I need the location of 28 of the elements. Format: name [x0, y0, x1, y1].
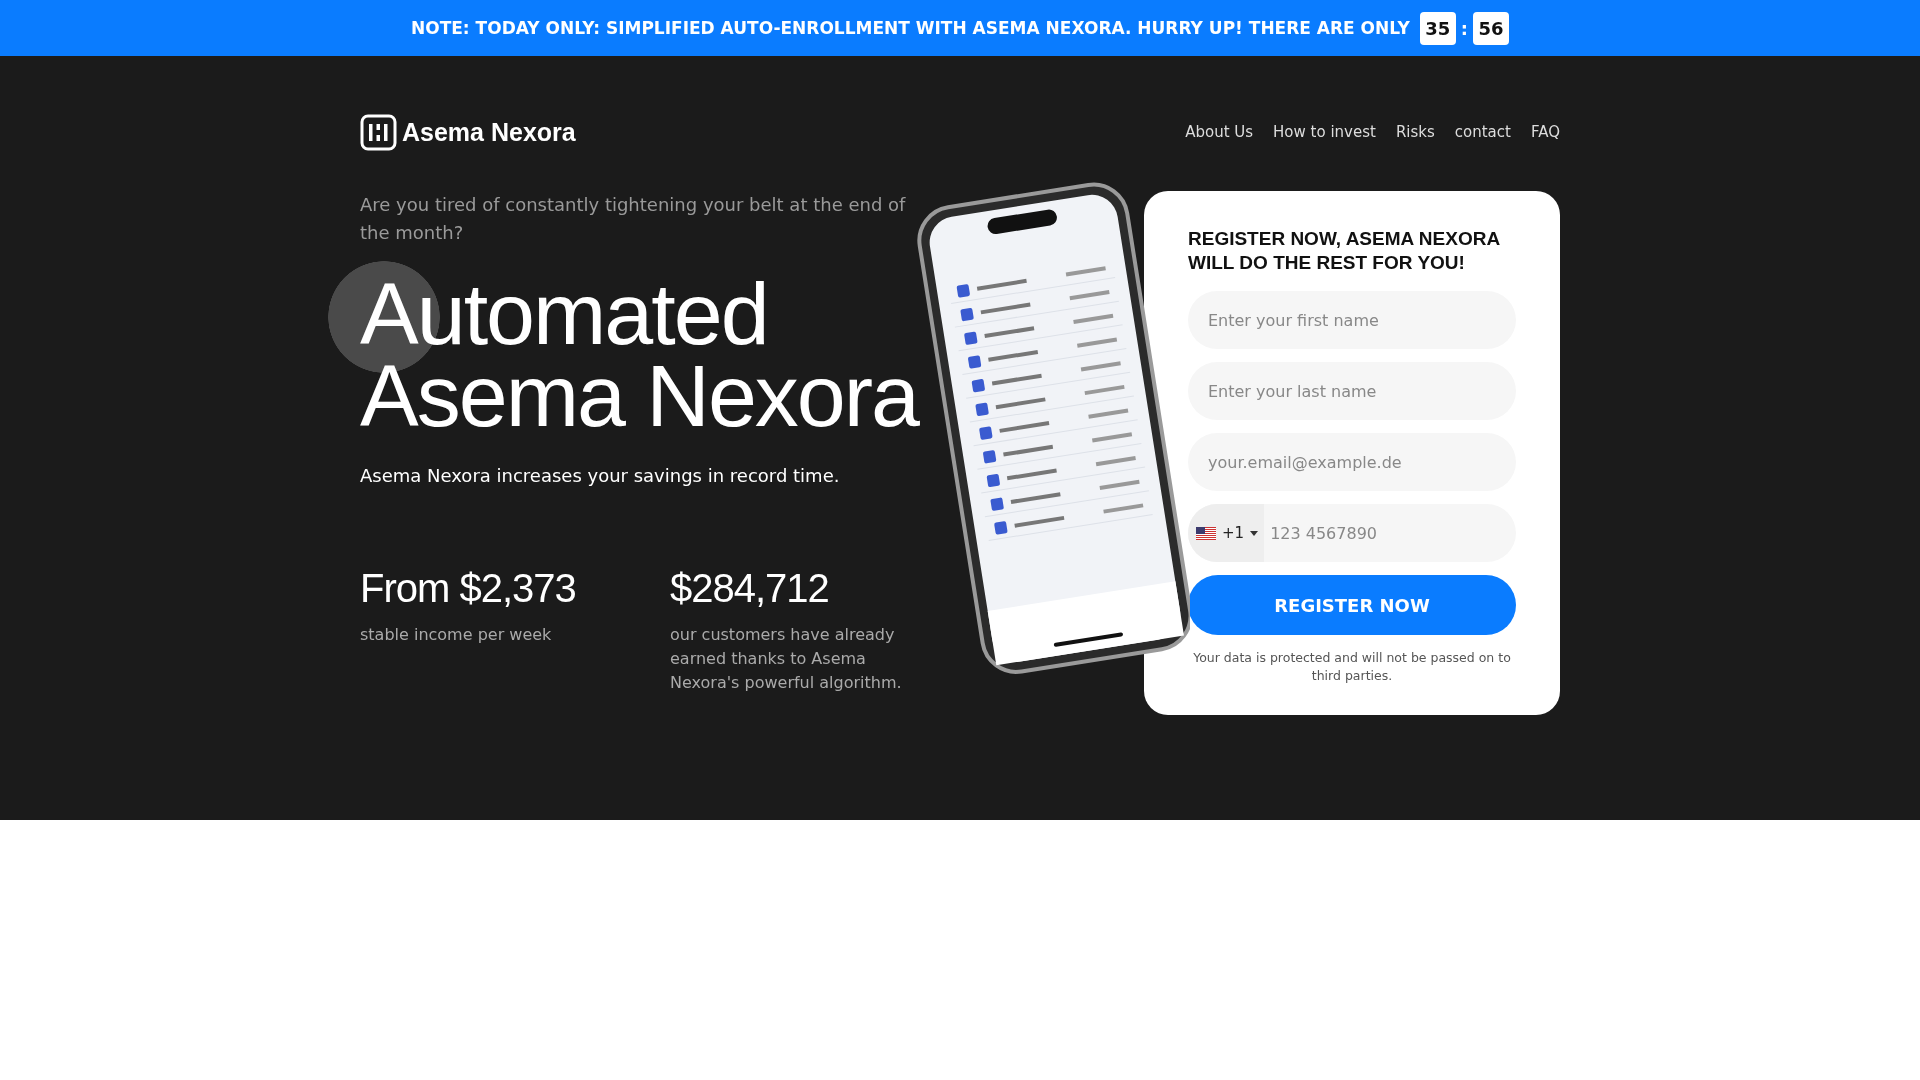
text-input-field[interactable]: Enter your last name	[1188, 362, 1516, 420]
country-code-selector[interactable]: +1	[1188, 504, 1265, 562]
hero-subtitle: Asema Nexora increases your savings in record time.	[360, 465, 841, 486]
text-input-field[interactable]: Enter your first name	[1188, 291, 1516, 349]
countdown-box: 56	[1473, 11, 1509, 45]
phone-input-field[interactable]: +1 123 4567890	[1188, 504, 1516, 562]
stat-caption: stable income per week	[360, 624, 553, 646]
stat-value: $284,712	[670, 566, 830, 611]
intro-text: Are you tired of constantly tightening your belt at the end of the month?	[360, 193, 907, 245]
nav-link[interactable]: Risks	[1395, 123, 1435, 141]
dial-code: +1	[1222, 524, 1245, 542]
nav-link[interactable]: About Us	[1185, 123, 1254, 141]
logo-icon	[360, 113, 397, 151]
register-button[interactable]: REGISTER NOW	[1188, 575, 1516, 635]
stat-caption: our customers have already earned thanks to Asema Nexora's powerful algorithm.	[670, 624, 903, 694]
promo-text: NOTE: TODAY ONLY: SIMPLIFIED AUTO-ENROLLMENT WITH ASEMA NEXORA. HURRY UP! THERE ARE ONLY	[411, 18, 1410, 38]
text-input-field[interactable]: your.email@example.de	[1188, 433, 1516, 491]
nav-link[interactable]: contact	[1454, 123, 1511, 141]
timer-separator: :	[1460, 17, 1468, 39]
brand-name: Asema Nexora	[402, 117, 576, 147]
countdown-box: 35	[1419, 11, 1456, 45]
nav-link[interactable]: FAQ	[1530, 123, 1560, 141]
caret-icon	[1250, 530, 1259, 536]
nav-link[interactable]: How to invest	[1273, 123, 1376, 141]
form-title: REGISTER NOW, ASEMA NEXORA WILL DO THE REST FOR YOU!	[1188, 227, 1501, 275]
flag-icon	[1196, 526, 1216, 540]
stat-value: From $2,373	[360, 566, 577, 611]
privacy-note: Your data is protected and will not be passed on to third parties.	[1192, 649, 1512, 685]
